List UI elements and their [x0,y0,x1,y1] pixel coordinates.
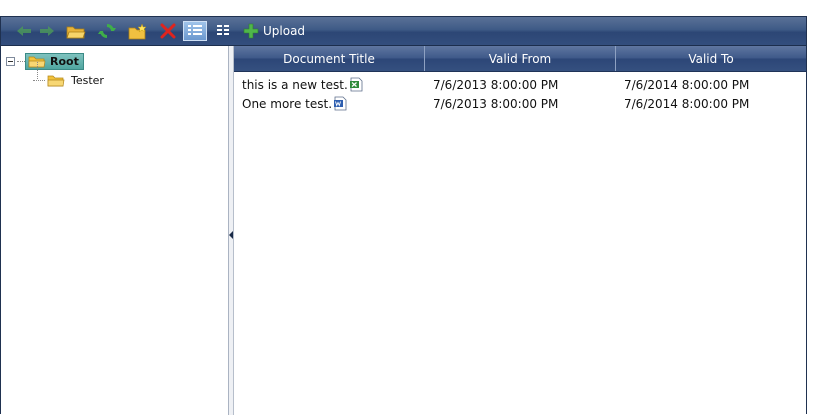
tree-node-tester[interactable]: Tester [33,71,104,89]
back-arrow-icon[interactable] [15,21,33,41]
folder-tree: Root Tester [1,46,229,415]
document-title-cell: this is a new test. [234,77,425,92]
plus-icon [243,23,259,39]
column-header-valid-from[interactable]: Valid From [425,46,616,71]
column-header-document-title[interactable]: Document Title [234,46,425,71]
details-view-icon[interactable] [183,21,207,41]
valid-from-cell: 7/6/2013 8:00:00 PM [433,77,559,92]
collapse-toggle[interactable] [6,56,15,66]
delete-icon[interactable] [158,21,178,41]
refresh-icon[interactable] [97,21,117,41]
document-title-cell: One more test. [234,96,425,111]
folder-icon [47,75,65,86]
thumbnails-view-icon[interactable] [214,21,232,41]
table-row[interactable]: One more test. 7/6/2013 8:00:00 PM 7/6/2… [234,93,806,114]
open-folder-icon[interactable] [65,21,87,41]
new-folder-icon[interactable] [127,21,149,41]
upload-label: Upload [263,24,306,38]
excel-file-icon[interactable] [349,77,363,92]
tree-connector [33,79,45,81]
root-node-selected[interactable]: Root [25,52,84,70]
valid-to-cell: 7/6/2014 8:00:00 PM [624,77,750,92]
document-grid: Document Title Valid From Valid To this … [234,46,806,415]
word-file-icon[interactable] [333,96,347,111]
document-title: One more test. [242,96,333,111]
forward-arrow-icon[interactable] [38,21,56,41]
toolbar: Upload [1,17,806,46]
grid-header: Document Title Valid From Valid To [234,46,806,72]
file-explorer-window: Upload Root Tester Document Title Valid … [0,16,807,415]
tree-node-label: Tester [71,73,104,87]
table-row[interactable]: this is a new test. 7/6/2013 8:00:00 PM … [234,74,806,95]
document-title: this is a new test. [242,77,348,92]
tree-connector [17,60,25,62]
tree-node-root[interactable]: Root [6,52,84,70]
column-header-valid-to[interactable]: Valid To [616,46,806,71]
upload-button[interactable]: Upload [243,21,307,41]
valid-from-cell: 7/6/2013 8:00:00 PM [433,96,559,111]
tree-node-label: Root [50,54,79,68]
valid-to-cell: 7/6/2014 8:00:00 PM [624,96,750,111]
collapse-arrow-icon[interactable] [229,231,233,239]
